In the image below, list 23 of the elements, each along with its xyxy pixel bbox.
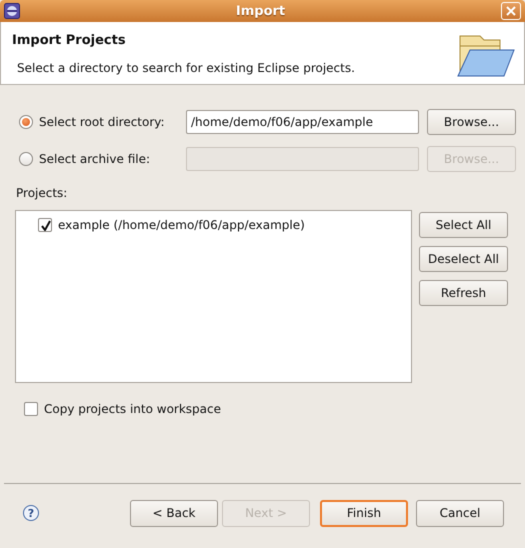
wizard-button[interactable]: Cancel <box>416 500 504 526</box>
wizard-button[interactable]: Finish <box>320 500 408 526</box>
browse-button[interactable]: Browse... <box>427 109 516 135</box>
checkbox[interactable] <box>38 218 52 232</box>
option-label: Select archive file: <box>39 152 150 166</box>
project-label: example (/home/demo/f06/app/example) <box>58 218 305 232</box>
close-icon <box>506 6 516 16</box>
checkbox-label: Copy projects into workspace <box>44 402 222 416</box>
window-title: Import <box>234 4 286 18</box>
projects-label: Projects: <box>16 186 68 200</box>
list-button[interactable]: Select All <box>419 212 508 238</box>
close-button[interactable] <box>501 2 521 20</box>
page-title: Import Projects <box>12 33 127 48</box>
list-button[interactable]: Refresh <box>419 280 508 306</box>
radio-button[interactable] <box>19 115 33 129</box>
wizard-button[interactable]: < Back <box>130 500 218 526</box>
path-field[interactable]: /home/demo/f06/app/example <box>186 110 419 134</box>
app-icon <box>4 3 20 19</box>
help-button[interactable]: ? <box>23 505 39 521</box>
page-description: Select a directory to search for existing Eclipse projects. <box>16 61 356 75</box>
option-label: Select root directory: <box>39 115 165 129</box>
checkbox[interactable] <box>24 402 38 416</box>
list-button[interactable]: Deselect All <box>419 246 508 272</box>
